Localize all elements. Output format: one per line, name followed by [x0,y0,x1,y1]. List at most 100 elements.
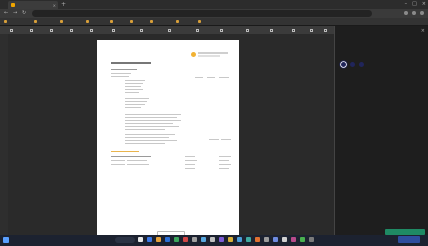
toolbar-tool-icon [324,28,327,32]
bookmark-favicon-icon [176,20,179,23]
pdf-toolbar-button[interactable] [140,28,143,33]
invoice-text-line [111,156,151,157]
taskbar-search[interactable] [115,237,135,243]
color-swatch[interactable] [350,62,355,67]
pdf-toolbar-button[interactable] [246,28,249,33]
invoice-text-line [219,164,231,165]
color-swatch[interactable] [359,62,364,67]
pdf-toolbar-button[interactable] [220,28,223,33]
tray-button[interactable] [398,236,420,243]
invoice-text-line [125,129,165,130]
taskbar-app-icon[interactable] [228,237,233,242]
close-icon[interactable]: × [421,28,425,34]
toolbar-tool-icon [310,28,313,32]
invoice-heading [111,62,151,64]
pdf-toolbar-button[interactable] [168,28,171,33]
menu-icon[interactable] [420,11,424,15]
maximize-icon[interactable]: □ [412,1,417,7]
pdf-toolbar-button[interactable] [112,28,115,33]
taskbar-app-icon[interactable] [201,237,206,242]
pdf-toolbar [0,26,334,34]
taskbar-app-icon[interactable] [300,237,305,242]
invoice-text-line [219,168,229,169]
extension-icon[interactable] [404,11,408,15]
bookmark-item[interactable] [176,19,179,24]
forward-arrow-icon[interactable]: → [13,10,17,17]
invoice-text-line [125,92,139,93]
pdf-toolbar-button[interactable] [292,28,295,33]
pdf-toolbar-button[interactable] [310,28,313,33]
taskbar-app-icon[interactable] [291,237,296,242]
taskbar-app-icon[interactable] [192,237,197,242]
bookmark-favicon-icon [34,20,37,23]
toolbar-tool-icon [10,28,13,32]
invoice-text-line [125,134,175,135]
toolbar-tool-icon [246,28,249,32]
taskbar-app-icon[interactable] [219,237,224,242]
pdf-toolbar-button[interactable] [196,28,199,33]
invoice-text-line [111,164,125,165]
taskbar-app-icon[interactable] [183,237,188,242]
bookmark-item[interactable] [34,19,37,24]
bookmark-item[interactable] [86,19,89,24]
taskbar-app-icon[interactable] [273,237,278,242]
close-window-icon[interactable]: × [422,1,426,7]
pdf-toolbar-button[interactable] [90,28,93,33]
tab-close-icon[interactable]: × [53,3,56,8]
taskbar-app-icon[interactable] [246,237,251,242]
invoice-text-line [219,156,231,157]
taskbar-app-icon[interactable] [282,237,287,242]
bookmark-item[interactable] [130,19,133,24]
pdf-toolbar-button[interactable] [70,28,73,33]
taskbar-app-icon[interactable] [264,237,269,242]
minimize-icon[interactable]: – [405,1,408,7]
taskbar-app-icon[interactable] [138,237,143,242]
bookmark-item[interactable] [198,19,201,24]
taskbar-app-icon[interactable] [165,237,170,242]
browser-titlebar: × + – □ × [0,0,428,9]
address-bar-input[interactable] [32,10,372,17]
invoice-text-line [111,69,137,70]
taskbar-app-icon[interactable] [309,237,314,242]
bookmark-item[interactable] [60,19,63,24]
back-arrow-icon[interactable]: ← [4,10,8,17]
invoice-text-line [125,143,165,144]
taskbar-app-icon[interactable] [174,237,179,242]
taskbar-app-icon[interactable] [237,237,242,242]
profile-icon[interactable] [412,11,416,15]
toolbar-tool-icon [30,28,33,32]
browser-tab[interactable]: × [8,1,58,9]
reload-icon[interactable]: ↻ [22,10,26,17]
invoice-page [97,40,239,237]
pdf-toolbar-button[interactable] [324,28,327,33]
invoice-text-line [195,77,203,78]
invoice-text-line [219,77,229,78]
toolbar-tool-icon [70,28,73,32]
pdf-toolbar-button[interactable] [10,28,13,33]
pdf-toolbar-button[interactable] [270,28,273,33]
bookmark-item[interactable] [4,19,7,24]
new-tab-icon[interactable]: + [61,1,66,8]
taskbar-app-icon[interactable] [255,237,260,242]
invoice-text-line [125,86,141,87]
bookmark-item[interactable] [150,19,153,24]
browser-toolbar-icons [404,11,424,15]
invoice-text-line [127,164,149,165]
bookmark-favicon-icon [150,20,153,23]
invoice-text-line [125,137,169,138]
taskbar-app-icon[interactable] [210,237,215,242]
taskbar-app-icon[interactable] [156,237,161,242]
bookmark-item[interactable] [110,19,113,24]
color-swatch-selected[interactable] [341,62,346,67]
taskbar-app-icon[interactable] [147,237,152,242]
invoice-text-line [125,104,145,105]
windows-start-icon[interactable] [3,237,9,243]
taskbar [0,235,428,246]
pdf-toolbar-button[interactable] [50,28,53,33]
pdf-toolbar-button[interactable] [30,28,33,33]
invoice-text-line [125,89,143,90]
toolbar-tool-icon [90,28,93,32]
tab-favicon-icon [11,3,15,7]
bookmark-favicon-icon [130,20,133,23]
invoice-text-line [111,151,139,152]
